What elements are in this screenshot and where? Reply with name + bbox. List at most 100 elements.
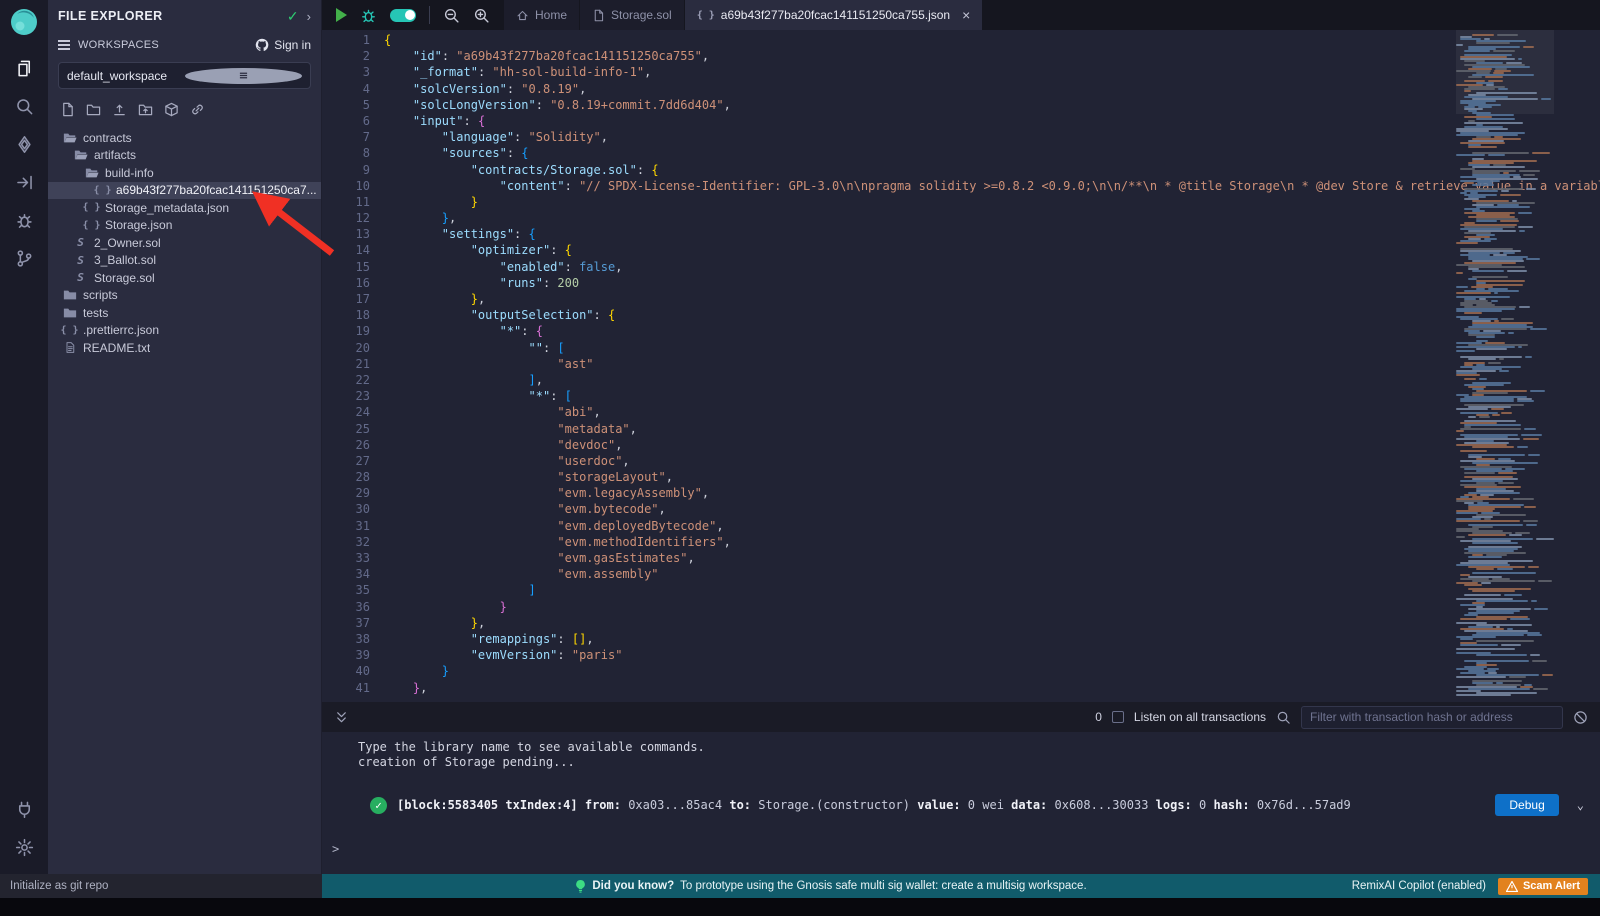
editor-line[interactable]: 18 "outputSelection": {: [322, 307, 1600, 323]
editor-line[interactable]: 14 "optimizer": {: [322, 242, 1600, 258]
tree-item-2_Owner.sol[interactable]: S2_Owner.sol: [48, 234, 321, 252]
remix-logo-icon[interactable]: [7, 5, 41, 39]
editor-line[interactable]: 22 ],: [322, 372, 1600, 388]
editor-line[interactable]: 25 "metadata",: [322, 421, 1600, 437]
debugger-icon[interactable]: [0, 201, 48, 239]
tree-item-scripts[interactable]: scripts: [48, 287, 321, 305]
editor-line[interactable]: 16 "runs": 200: [322, 275, 1600, 291]
editor-line[interactable]: 6 "input": {: [322, 113, 1600, 129]
editor-line[interactable]: 8 "sources": {: [322, 145, 1600, 161]
search-icon[interactable]: [0, 87, 48, 125]
editor-toggle[interactable]: [390, 9, 416, 22]
editor-line[interactable]: 20 "": [: [322, 340, 1600, 356]
editor-line[interactable]: 34 "evm.assembly": [322, 566, 1600, 582]
scam-alert-badge[interactable]: Scam Alert: [1498, 878, 1588, 895]
tree-item-build-info[interactable]: build-info: [48, 164, 321, 182]
workspace-options-icon[interactable]: [185, 68, 303, 84]
plugin-manager-icon[interactable]: [0, 790, 48, 828]
editor-line[interactable]: 5 "solcLongVersion": "0.8.19+commit.7dd6…: [322, 97, 1600, 113]
editor-line[interactable]: 13 "settings": {: [322, 226, 1600, 242]
workspaces-menu-icon[interactable]: [58, 40, 70, 50]
sign-in-button[interactable]: Sign in: [255, 38, 311, 52]
editor-line[interactable]: 41 },: [322, 680, 1600, 696]
file-explorer-icon[interactable]: [0, 49, 48, 87]
tree-item-artifacts[interactable]: artifacts: [48, 147, 321, 165]
upload-folder-icon[interactable]: [138, 102, 153, 117]
minimap[interactable]: [1456, 30, 1554, 702]
editor-line[interactable]: 1{: [322, 32, 1600, 48]
editor-line[interactable]: 15 "enabled": false,: [322, 259, 1600, 275]
upload-file-icon[interactable]: [112, 102, 127, 117]
debug-bug-icon[interactable]: [360, 7, 377, 24]
editor-line[interactable]: 29 "evm.legacyAssembly",: [322, 485, 1600, 501]
copilot-status[interactable]: RemixAI Copilot (enabled): [1352, 880, 1486, 892]
new-file-icon[interactable]: [60, 102, 75, 117]
tree-item-Storage.sol[interactable]: SStorage.sol: [48, 269, 321, 287]
tree-item-3_Ballot.sol[interactable]: S3_Ballot.sol: [48, 252, 321, 270]
tree-item-README.txt[interactable]: README.txt: [48, 339, 321, 357]
editor-line[interactable]: 4 "solcVersion": "0.8.19",: [322, 81, 1600, 97]
tx-expand-icon[interactable]: ⌄: [1577, 798, 1584, 812]
code-editor[interactable]: 1{2 "id": "a69b43f277ba20fcac141151250ca…: [322, 30, 1600, 702]
transaction-row[interactable]: ✓ [block:5583405 txIndex:4] from: 0xa03.…: [370, 794, 1600, 816]
editor-line[interactable]: 7 "language": "Solidity",: [322, 129, 1600, 145]
editor-line[interactable]: 9 "contracts/Storage.sol": {: [322, 162, 1600, 178]
editor-line[interactable]: 26 "devdoc",: [322, 437, 1600, 453]
git-icon[interactable]: [0, 239, 48, 277]
tree-item-.prettierrc.json[interactable]: { }.prettierrc.json: [48, 322, 321, 340]
clear-console-icon[interactable]: [1573, 710, 1588, 725]
tree-item-contracts[interactable]: contracts: [48, 129, 321, 147]
editor-line[interactable]: 36 }: [322, 599, 1600, 615]
editor-line[interactable]: 24 "abi",: [322, 404, 1600, 420]
editor-line[interactable]: 38 "remappings": [],: [322, 631, 1600, 647]
deploy-run-icon[interactable]: [0, 163, 48, 201]
zoom-out-icon[interactable]: [443, 7, 460, 24]
terminal-prompt[interactable]: >: [332, 842, 1600, 856]
transaction-filter-input[interactable]: [1301, 706, 1563, 729]
ipfs-cube-icon[interactable]: [164, 102, 179, 117]
editor-line[interactable]: 37 },: [322, 615, 1600, 631]
debug-button[interactable]: Debug: [1495, 794, 1558, 816]
editor-line[interactable]: 11 }: [322, 194, 1600, 210]
editor-line[interactable]: 27 "userdoc",: [322, 453, 1600, 469]
tree-item-Storage_metadata.json[interactable]: { }Storage_metadata.json: [48, 199, 321, 217]
solidity-compiler-icon[interactable]: [0, 125, 48, 163]
editor-line[interactable]: 35 ]: [322, 582, 1600, 598]
settings-gear-icon[interactable]: [0, 828, 48, 866]
panel-chevron-icon[interactable]: ›: [307, 9, 311, 24]
expand-terminal-icon[interactable]: [334, 710, 349, 725]
run-script-button[interactable]: [336, 8, 347, 22]
editor-line[interactable]: 23 "*": [: [322, 388, 1600, 404]
close-tab-icon[interactable]: ×: [962, 7, 970, 23]
editor-line[interactable]: 33 "evm.gasEstimates",: [322, 550, 1600, 566]
editor-line[interactable]: 30 "evm.bytecode",: [322, 501, 1600, 517]
terminal-output[interactable]: Type the library name to see available c…: [322, 732, 1600, 874]
link-icon[interactable]: [190, 102, 205, 117]
git-init-button[interactable]: Initialize as git repo: [0, 874, 322, 898]
editor-line[interactable]: 31 "evm.deployedBytecode",: [322, 518, 1600, 534]
editor-line[interactable]: 39 "evmVersion": "paris": [322, 647, 1600, 663]
tree-item-a69b43f277ba20fcac141151250ca7...[interactable]: { }a69b43f277ba20fcac141151250ca7...: [48, 182, 321, 200]
editor-line[interactable]: 12 },: [322, 210, 1600, 226]
editor-line[interactable]: 17 },: [322, 291, 1600, 307]
editor-line[interactable]: 28 "storageLayout",: [322, 469, 1600, 485]
tree-item-tests[interactable]: tests: [48, 304, 321, 322]
zoom-in-icon[interactable]: [473, 7, 490, 24]
editor-line[interactable]: 10 "content": "// SPDX-License-Identifie…: [322, 178, 1600, 194]
tab-a69b43f277ba20fcac141151250ca755.json[interactable]: { }a69b43f277ba20fcac141151250ca755.json…: [685, 0, 984, 30]
editor-line[interactable]: 32 "evm.methodIdentifiers",: [322, 534, 1600, 550]
listen-checkbox[interactable]: [1112, 711, 1124, 723]
editor-line[interactable]: 40 }: [322, 663, 1600, 679]
editor-line[interactable]: 19 "*": {: [322, 323, 1600, 339]
tab-Home[interactable]: Home: [504, 0, 580, 30]
line-number: 29: [322, 485, 384, 501]
tx-success-icon: ✓: [370, 797, 387, 814]
editor-line[interactable]: 2 "id": "a69b43f277ba20fcac141151250ca75…: [322, 48, 1600, 64]
editor-line[interactable]: 3 "_format": "hh-sol-build-info-1",: [322, 64, 1600, 80]
workspace-select[interactable]: default_workspace: [58, 62, 311, 89]
terminal-search-icon[interactable]: [1276, 710, 1291, 725]
editor-line[interactable]: 21 "ast": [322, 356, 1600, 372]
tab-Storage.sol[interactable]: Storage.sol: [580, 0, 685, 30]
new-folder-icon[interactable]: [86, 102, 101, 117]
tree-item-Storage.json[interactable]: { }Storage.json: [48, 217, 321, 235]
